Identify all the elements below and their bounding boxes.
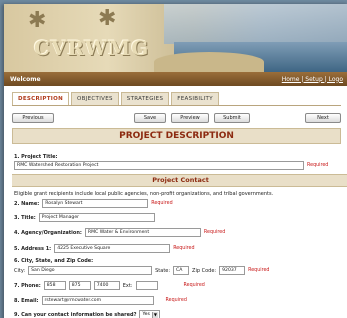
project-title-label: 1. Project Title:	[14, 154, 58, 160]
tab-bar: DESCRIPTION OBJECTIVES STRATEGIES FEASIB…	[12, 92, 341, 106]
csz-label-row: 6. City, State, and Zip Code:	[14, 258, 93, 264]
palm-tree-icon: ✱	[98, 6, 117, 31]
tab-strategies[interactable]: STRATEGIES	[120, 92, 170, 105]
submit-button[interactable]: Submit	[214, 112, 250, 123]
page-title: PROJECT DESCRIPTION	[12, 128, 341, 144]
banner-sky	[164, 4, 347, 44]
main-content: DESCRIPTION OBJECTIVES STRATEGIES FEASIB…	[4, 86, 347, 144]
banner-shore	[154, 52, 264, 72]
form-button-row: Previous Save Preview Submit Next	[12, 112, 341, 123]
agency-input[interactable]: RMC Water & Environment	[84, 228, 201, 237]
city-state-zip-label: 6. City, State, and Zip Code:	[14, 258, 94, 264]
section-heading-contact: Project Contact	[12, 174, 347, 187]
required-indicator: Required	[248, 268, 270, 273]
state-label: State:	[155, 267, 171, 274]
name-row: 2. Name: Rosalyn Stewart Required	[14, 199, 173, 208]
csz-row: City: San Diego State: CA Zip Code: 9203…	[14, 266, 269, 275]
zip-input[interactable]: 92037	[219, 266, 246, 275]
tab-description[interactable]: DESCRIPTION	[12, 92, 70, 105]
preview-button[interactable]: Preview	[171, 112, 209, 123]
required-indicator: Required	[203, 230, 226, 235]
agency-row: 4. Agency/Organization: RMC Water & Envi…	[14, 228, 225, 237]
email-input[interactable]: rstewart@rmcwater.com	[41, 296, 154, 305]
phone-ext-input[interactable]	[135, 281, 158, 290]
city-label: City:	[14, 267, 26, 274]
project-title-label-row: 1. Project Title:	[14, 154, 58, 160]
name-label: 2. Name:	[14, 200, 40, 207]
share-row: 9. Can your contact information be share…	[14, 310, 160, 318]
eligibility-note: Eligible grant recipients include local …	[14, 191, 274, 197]
name-input[interactable]: Rosalyn Stewart	[42, 199, 149, 208]
welcome-text: Welcome	[10, 75, 41, 83]
logo[interactable]: ✱ ✱ CVRWMG	[26, 6, 148, 68]
email-label: 8. Email:	[14, 297, 39, 304]
share-select-value: Yes	[142, 312, 150, 317]
phone-area-input[interactable]: 858	[43, 281, 66, 290]
phone-line-input[interactable]: 7400	[93, 281, 120, 290]
header-banner: ✱ ✱ CVRWMG	[4, 4, 347, 72]
next-button[interactable]: Next	[305, 112, 341, 123]
address-row: 5. Address 1: 4225 Executive Square Requ…	[14, 244, 195, 253]
zip-label: Zip Code:	[192, 267, 217, 274]
chevron-down-icon: ▼	[151, 311, 158, 318]
logo-text: CVRWMG	[34, 36, 150, 60]
required-indicator: Required	[183, 283, 205, 288]
title-label: 3. Title:	[14, 214, 36, 221]
phone-row: 7. Phone: 858 875 7400 Ext: Required	[14, 281, 205, 290]
previous-button[interactable]: Previous	[12, 112, 54, 123]
tab-feasibility[interactable]: FEASIBILITY	[171, 92, 219, 105]
tab-objectives[interactable]: OBJECTIVES	[71, 92, 119, 105]
required-indicator: Required	[307, 163, 329, 168]
welcome-bar: Welcome Home | Setup | Logo	[4, 72, 347, 86]
share-select[interactable]: Yes ▼	[139, 310, 160, 318]
required-indicator: Required	[165, 298, 187, 303]
top-links[interactable]: Home | Setup | Logo	[282, 76, 343, 83]
email-row: 8. Email: rstewart@rmcwater.com Required	[14, 296, 187, 305]
title-input[interactable]: Project Manager	[38, 213, 155, 222]
ext-label: Ext:	[122, 282, 133, 289]
save-button[interactable]: Save	[134, 112, 166, 123]
phone-label: 7. Phone:	[14, 282, 41, 289]
address-label: 5. Address 1:	[14, 245, 52, 252]
project-title-row: RMC Watershed Restoration Project Requir…	[14, 161, 328, 170]
agency-label: 4. Agency/Organization:	[14, 229, 82, 236]
app-window: ✱ ✱ CVRWMG Welcome Home | Setup | Logo D…	[4, 4, 347, 318]
state-input[interactable]: CA	[173, 266, 190, 275]
required-indicator: Required	[173, 246, 195, 251]
required-indicator: Required	[151, 201, 173, 206]
title-row: 3. Title: Project Manager	[14, 213, 155, 222]
eligibility-row: Eligible grant recipients include local …	[14, 191, 273, 197]
address-input[interactable]: 4225 Executive Square	[54, 244, 171, 253]
phone-prefix-input[interactable]: 875	[68, 281, 91, 290]
share-label: 9. Can your contact information be share…	[14, 311, 137, 318]
city-input[interactable]: San Diego	[28, 266, 153, 275]
project-title-input[interactable]: RMC Watershed Restoration Project	[14, 161, 304, 170]
palm-tree-icon: ✱	[28, 8, 47, 33]
